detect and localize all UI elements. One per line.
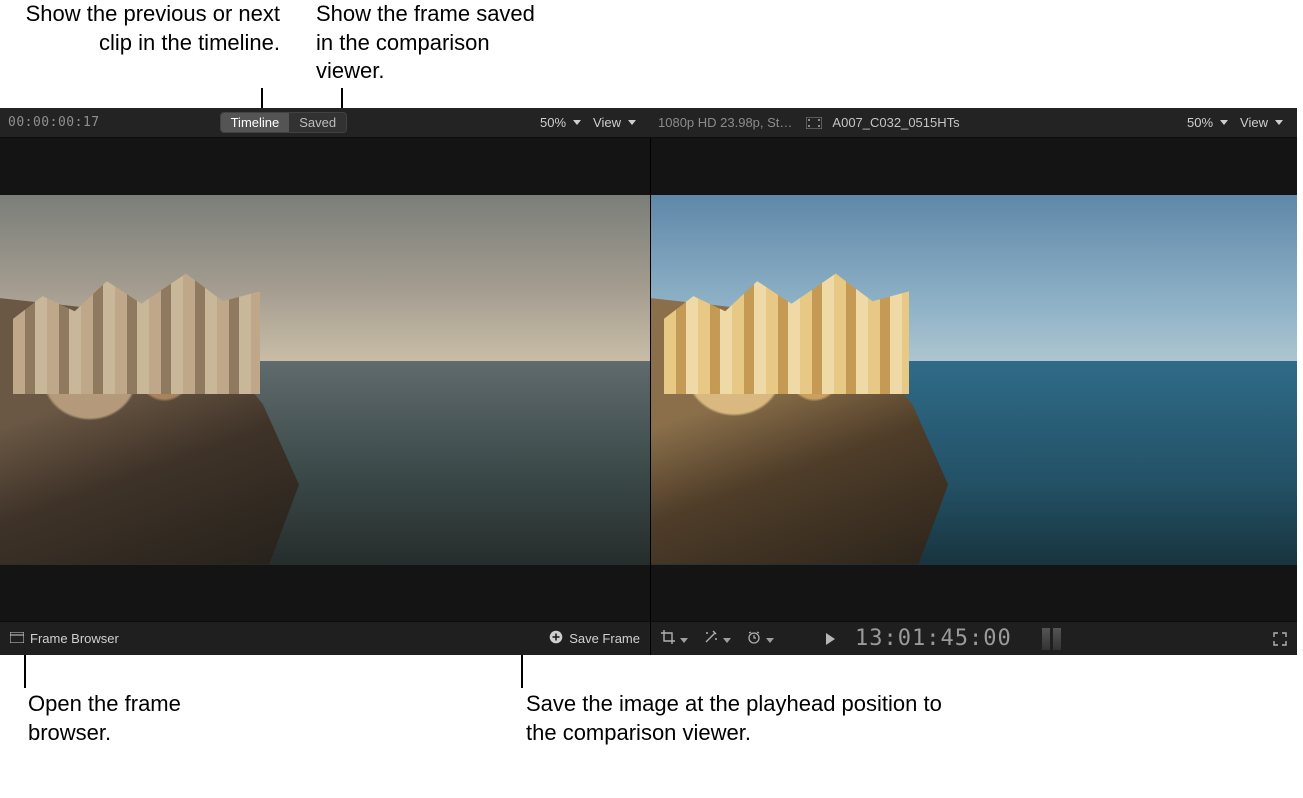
comparison-mode-segmented: Timeline Saved (220, 112, 348, 133)
zoom-dropdown[interactable]: 50% (534, 115, 587, 130)
callout-frame-browser: Open the frame browser. (28, 690, 248, 747)
save-frame-button[interactable]: Save Frame (549, 630, 640, 647)
timecode-display: 00:00:00:17 (8, 115, 100, 130)
audio-meter (1042, 628, 1061, 650)
format-label: 1080p HD 23.98p, St… (658, 115, 792, 130)
view-dropdown[interactable]: View (587, 115, 642, 130)
clip-name-label: A007_C032_0515HTs (832, 115, 959, 130)
callout-save-frame: Save the image at the playhead position … (526, 690, 946, 747)
play-button[interactable] (826, 633, 835, 645)
fullscreen-button[interactable] (1273, 632, 1287, 646)
frame-browser-button[interactable]: Frame Browser (10, 631, 119, 646)
callout-timeline: Show the previous or next clip in the ti… (20, 0, 280, 57)
saved-button[interactable]: Saved (289, 113, 346, 132)
play-icon (826, 633, 835, 645)
filmstrip-icon (806, 117, 822, 129)
playhead-timecode[interactable]: 13:01:45:00 (855, 626, 1012, 651)
enhance-tool-dropdown[interactable] (704, 630, 731, 647)
right-bottom-bar: 13:01:45:00 (650, 622, 1297, 655)
callout-line (521, 650, 523, 688)
right-viewer-bar: 1080p HD 23.98p, St… A007_C032_0515HTs 5… (650, 108, 1297, 138)
comparison-viewer-window: 00:00:00:17 Timeline Saved 50% View 1080… (0, 108, 1297, 655)
left-bottom-bar: Frame Browser Save Frame (0, 622, 650, 655)
timeline-button[interactable]: Timeline (221, 113, 290, 132)
left-viewer-pane[interactable] (0, 138, 650, 621)
viewer-row (0, 138, 1297, 621)
crop-icon (661, 630, 675, 647)
right-frame-image (651, 195, 1297, 565)
fullscreen-icon (1273, 632, 1287, 646)
plus-circle-icon (549, 630, 563, 647)
zoom-dropdown[interactable]: 50% (1181, 115, 1234, 130)
left-frame-image (0, 195, 650, 565)
bottom-bar: Frame Browser Save Frame (0, 621, 1297, 655)
viewer-header-row: 00:00:00:17 Timeline Saved 50% View 1080… (0, 108, 1297, 138)
browser-icon (10, 631, 24, 646)
clock-icon (747, 630, 761, 647)
view-dropdown[interactable]: View (1234, 115, 1289, 130)
retime-tool-dropdown[interactable] (747, 630, 774, 647)
callout-line (24, 650, 26, 688)
right-viewer-pane[interactable] (650, 138, 1297, 621)
save-frame-label: Save Frame (569, 631, 640, 646)
left-viewer-bar: 00:00:00:17 Timeline Saved 50% View (0, 108, 650, 138)
frame-browser-label: Frame Browser (30, 631, 119, 646)
callout-saved: Show the frame saved in the comparison v… (316, 0, 546, 86)
transform-tool-dropdown[interactable] (661, 630, 688, 647)
wand-icon (704, 630, 718, 647)
